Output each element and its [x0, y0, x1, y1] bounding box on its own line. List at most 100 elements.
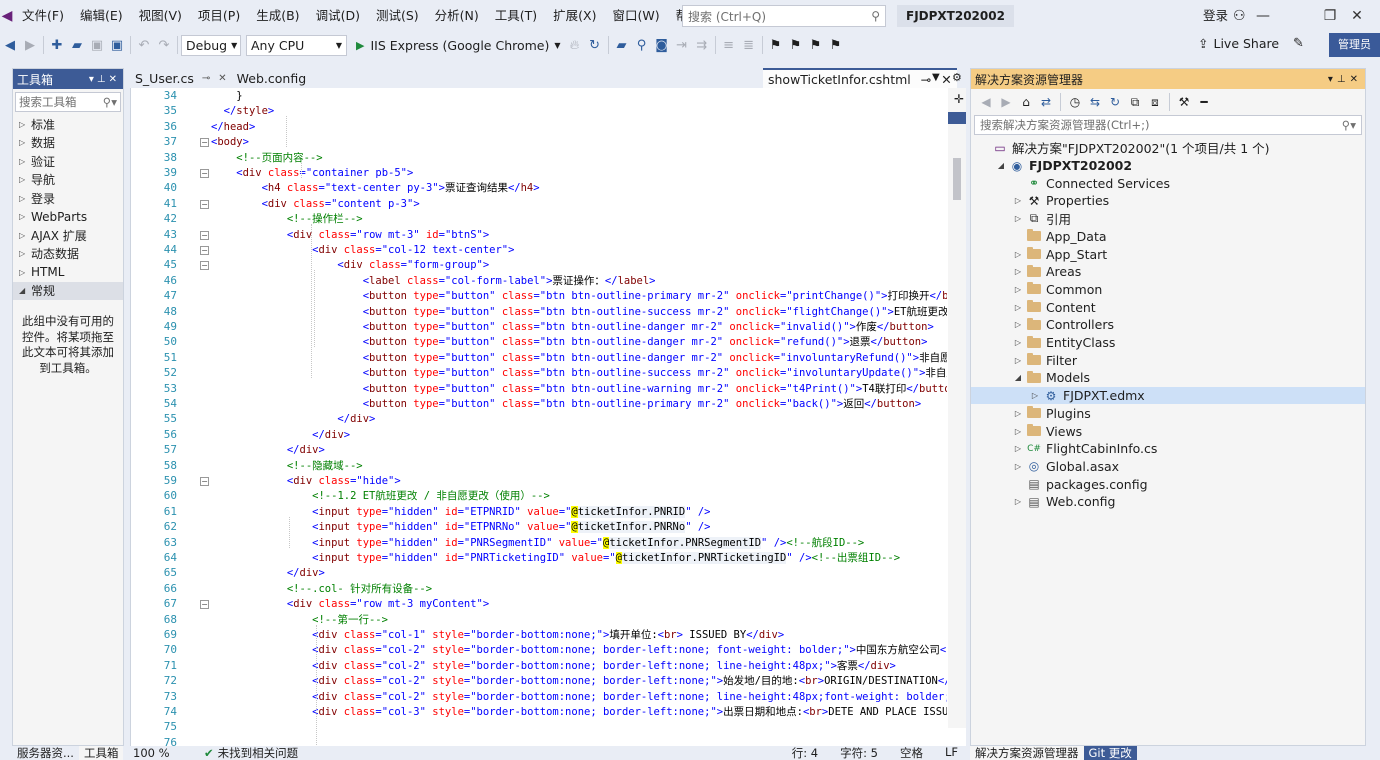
step-over-icon[interactable]: ⇉: [692, 35, 712, 55]
tree-item[interactable]: ▷ Views: [971, 422, 1365, 440]
collapse-all-icon[interactable]: ⧉: [1126, 92, 1144, 112]
live-share-button[interactable]: ⇪ Live Share: [1198, 36, 1279, 51]
menu-item-view[interactable]: 视图(V): [131, 0, 190, 32]
tree-item[interactable]: ◢ Models: [971, 369, 1365, 387]
collapsed-triangle-icon[interactable]: ▷: [1011, 444, 1025, 453]
code-line[interactable]: </div>: [211, 443, 325, 458]
refresh-icon[interactable]: ↻: [1106, 92, 1124, 112]
code-line[interactable]: </head>: [211, 120, 255, 135]
tree-item[interactable]: ▷ Areas: [971, 263, 1365, 281]
collapsed-triangle-icon[interactable]: ▷: [1011, 250, 1025, 259]
tree-item[interactable]: ▷ C# FlightCabinInfo.cs: [971, 440, 1365, 458]
tab-s-user-cs[interactable]: S_User.cs ⊸ ✕: [130, 68, 232, 88]
code-line[interactable]: </div>: [211, 566, 325, 581]
home-icon[interactable]: ⌂: [1017, 92, 1035, 112]
code-line[interactable]: <!--第一行-->: [211, 613, 388, 628]
code-line[interactable]: <div class="col-1" style="border-bottom:…: [211, 628, 784, 643]
navigate-back-icon[interactable]: ◀: [0, 35, 20, 55]
toolbox-category[interactable]: ▷ WebParts: [13, 208, 123, 227]
code-line[interactable]: <button type="button" class="btn btn-out…: [211, 351, 947, 366]
properties-wrench-icon[interactable]: ⚒: [1175, 92, 1193, 112]
code-line[interactable]: <label class="col-form-label">票证操作：</lab…: [211, 274, 656, 289]
toolbox-category[interactable]: ▷ 登录: [13, 189, 123, 208]
fold-toggle-icon[interactable]: −: [200, 169, 209, 178]
panel-controls-icon[interactable]: ▾⊥✕: [1328, 74, 1365, 85]
editor-vertical-scrollbar[interactable]: [948, 88, 966, 728]
new-project-icon[interactable]: ✚: [47, 35, 67, 55]
code-line[interactable]: <div class="row mt-3" id="btnS">: [211, 228, 489, 243]
collapsed-triangle-icon[interactable]: ▷: [1011, 285, 1025, 294]
collapsed-triangle-icon[interactable]: ▷: [1011, 338, 1025, 347]
collapsed-triangle-icon[interactable]: ▷: [1011, 214, 1025, 223]
tree-item[interactable]: ▷ ◎ Global.asax: [971, 458, 1365, 476]
expanded-triangle-icon[interactable]: ◢: [1011, 373, 1025, 382]
expanded-triangle-icon[interactable]: ◢: [994, 161, 1008, 170]
close-icon[interactable]: ✕: [218, 73, 226, 84]
screenshot-icon[interactable]: ◙: [652, 35, 672, 55]
toolbox-category[interactable]: ▷ AJAX 扩展: [13, 226, 123, 245]
tree-item[interactable]: ▷ Common: [971, 281, 1365, 299]
code-line[interactable]: <input type="hidden" id="ETPNRID" value=…: [211, 505, 710, 520]
navigate-forward-icon[interactable]: ▶: [20, 35, 40, 55]
tree-item[interactable]: ▷ ⧉ 引用: [971, 210, 1365, 228]
start-debugging-button[interactable]: ▶ IIS Express (Google Chrome) ▼: [352, 38, 565, 53]
solution-configuration-dropdown[interactable]: Debug ▼: [181, 34, 241, 56]
comment-icon[interactable]: ≡: [719, 35, 739, 55]
step-icon[interactable]: ⇥: [672, 35, 692, 55]
toolbox-category[interactable]: ▷ 标准: [13, 115, 123, 134]
tree-item[interactable]: ▷ App_Start: [971, 245, 1365, 263]
code-line[interactable]: <button type="button" class="btn btn-out…: [211, 366, 947, 381]
save-all-icon[interactable]: ▣: [107, 35, 127, 55]
collapsed-triangle-icon[interactable]: ▷: [1011, 409, 1025, 418]
fold-toggle-icon[interactable]: −: [200, 138, 209, 148]
code-line[interactable]: <div class="row mt-3 myContent">: [211, 597, 489, 612]
sign-in-link[interactable]: 登录: [1203, 0, 1228, 32]
menu-item-extensions[interactable]: 扩展(X): [545, 0, 604, 32]
code-line[interactable]: </style>: [211, 104, 275, 119]
open-file-icon[interactable]: ▰: [67, 35, 87, 55]
scroll-thumb[interactable]: [953, 158, 961, 200]
fold-toggle-icon[interactable]: −: [200, 477, 209, 486]
save-icon[interactable]: ▣: [87, 35, 107, 55]
menu-item-project[interactable]: 项目(P): [190, 0, 248, 32]
show-all-files-icon[interactable]: ⧈: [1146, 92, 1164, 112]
switch-views-icon[interactable]: ⇄: [1037, 92, 1055, 112]
back-icon[interactable]: ◀: [977, 92, 995, 112]
toolbox-search-input[interactable]: 搜索工具箱 ⚲▾: [15, 92, 121, 112]
feedback-icon[interactable]: ✎: [1293, 36, 1304, 51]
toolbox-category[interactable]: ▷ 导航: [13, 171, 123, 190]
code-line[interactable]: <!--.col- 针对所有设备-->: [211, 582, 432, 597]
fold-toggle-icon[interactable]: −: [200, 600, 209, 610]
clear-bookmarks-icon[interactable]: ⚑: [826, 35, 846, 55]
code-line[interactable]: <div class="col-2" style="border-bottom:…: [211, 674, 947, 689]
code-line[interactable]: <button type="button" class="btn btn-out…: [211, 335, 928, 350]
tab-server-explorer[interactable]: 服务器资...: [12, 746, 79, 760]
fold-toggle-icon[interactable]: −: [200, 261, 209, 271]
tree-item[interactable]: ▷ ▤ Web.config: [971, 493, 1365, 511]
sync-icon[interactable]: ⇆: [1086, 92, 1104, 112]
code-line[interactable]: <div class="col-3" style="border-bottom:…: [211, 705, 947, 720]
history-icon[interactable]: ◷: [1066, 92, 1084, 112]
toolbox-category[interactable]: ▷ HTML: [13, 263, 123, 282]
panel-controls-icon[interactable]: ▾⊥✕: [89, 74, 123, 85]
code-area[interactable]: } </style> </head> <body> <!--页面内容--> <div…: [211, 88, 947, 746]
code-line[interactable]: <input type="hidden" id="PNRSegmentID" v…: [211, 536, 864, 551]
refresh-icon[interactable]: ↻: [585, 35, 605, 55]
collapsed-triangle-icon[interactable]: ▷: [1011, 196, 1025, 205]
preview-icon[interactable]: ━: [1195, 92, 1213, 112]
menu-item-debug[interactable]: 调试(D): [308, 0, 368, 32]
toolbox-category[interactable]: ▷ 验证: [13, 152, 123, 171]
code-line[interactable]: <div class="col-2" style="border-bottom:…: [211, 690, 947, 705]
code-line[interactable]: <div class="hide">: [211, 474, 401, 489]
code-line[interactable]: <h4 class="text-center py-3">票证查询结果</h4>: [211, 181, 540, 196]
code-line[interactable]: <div class="col-12 text-center">: [211, 243, 514, 258]
settings-gear-icon[interactable]: ⚙: [952, 68, 962, 88]
code-line[interactable]: <div class="content p-3">: [211, 197, 420, 212]
code-line[interactable]: }: [211, 89, 242, 104]
solution-explorer-search-input[interactable]: 搜索解决方案资源管理器(Ctrl+;) ⚲▾: [974, 115, 1362, 135]
pin-icon[interactable]: ⊸: [921, 72, 931, 87]
toolbox-category[interactable]: ▷ 数据: [13, 134, 123, 153]
code-line[interactable]: <input type="hidden" id="ETPNRNo" value=…: [211, 520, 710, 535]
next-bookmark-icon[interactable]: ⚑: [806, 35, 826, 55]
menu-item-file[interactable]: 文件(F): [14, 0, 72, 32]
